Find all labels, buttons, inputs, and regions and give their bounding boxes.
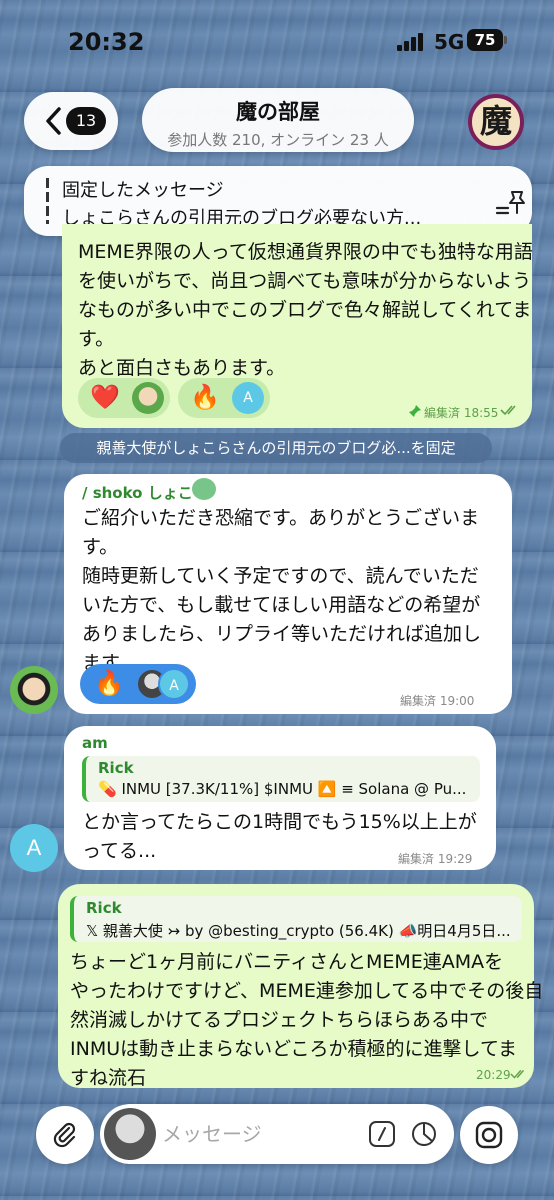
sender-name[interactable]: am xyxy=(82,734,108,752)
message-bubble-outgoing[interactable]: MEME界限の人って仮想通貨界限の中でも独特な用語 を使いがちで、尚且つ調べても… xyxy=(62,224,533,428)
quoted-sender: Rick xyxy=(86,899,122,917)
sender-emoji-icon xyxy=(192,478,216,500)
pin-icon xyxy=(409,405,421,417)
battery-icon: 75 xyxy=(467,29,503,51)
message-text: MEME界限の人って仮想通貨界限の中でも独特な用語 を使いがちで、尚且つ調べても… xyxy=(78,241,533,379)
status-time: 20:32 xyxy=(68,28,145,56)
message-text: ちょーど1ヶ月前にバニティさんとMEME連AMAを やったわけですけど、MEME… xyxy=(70,951,544,1089)
reactor-avatar: A xyxy=(158,668,190,700)
fire-emoji: 🔥 xyxy=(190,383,220,411)
fire-emoji: 🔥 xyxy=(94,669,124,697)
quoted-text: 💊 INMU [37.3K/11%] $INMU 🔼 ≡ Solana @ Pu… xyxy=(98,780,467,798)
signal-icon xyxy=(397,33,427,51)
unread-count-badge: 13 xyxy=(66,107,106,135)
quoted-sender: Rick xyxy=(98,759,134,777)
message-input-box[interactable] xyxy=(100,1104,454,1164)
timer-icon[interactable] xyxy=(410,1120,438,1148)
quoted-message[interactable]: Rick 💊 INMU [37.3K/11%] $INMU 🔼 ≡ Solana… xyxy=(82,756,480,802)
camera-icon xyxy=(475,1121,503,1149)
message-meta: 編集済 18:55 xyxy=(424,406,499,420)
pin-list-icon[interactable] xyxy=(494,188,526,216)
message-input-bar xyxy=(0,1090,554,1200)
quoted-message[interactable]: Rick 𝕏 親善大使 ↣ by @besting_crypto (56.4K)… xyxy=(70,896,522,942)
double-check-icon xyxy=(500,405,516,416)
chat-title: 魔の部屋 xyxy=(236,100,320,124)
reaction-heart[interactable]: ❤️ xyxy=(78,378,170,418)
message-meta: 20:29 xyxy=(476,1068,511,1082)
battery-cap xyxy=(504,36,507,44)
sender-name[interactable]: / shoko しょこ xyxy=(82,482,193,503)
send-as-avatar[interactable] xyxy=(104,1108,156,1160)
reactor-avatar: A xyxy=(232,382,264,414)
heart-emoji: ❤️ xyxy=(90,383,120,411)
pinned-indicator xyxy=(46,178,49,224)
paperclip-icon xyxy=(53,1122,76,1148)
message-meta: 編集済 19:00 xyxy=(400,694,475,708)
quoted-text: 𝕏 親善大使 ↣ by @besting_crypto (56.4K) 📣明日4… xyxy=(86,922,511,940)
group-avatar[interactable]: 魔 xyxy=(468,94,524,150)
back-button[interactable]: 13 xyxy=(24,92,118,150)
message-bubble-incoming[interactable]: / shoko しょこ ご紹介いただき恐縮です。ありがとうございま す。 随時更… xyxy=(64,474,512,714)
camera-button[interactable] xyxy=(460,1106,518,1164)
sender-avatar[interactable] xyxy=(10,666,58,714)
attach-button[interactable] xyxy=(36,1106,94,1164)
message-text: ご紹介いただき恐縮です。ありがとうございま す。 随時更新していく予定ですので、… xyxy=(82,507,482,674)
status-bar: 20:32 5G 75 xyxy=(0,0,554,80)
sender-avatar[interactable]: A xyxy=(10,824,58,872)
system-notice: 親善大使がしょこらさんの引用元のブログ必...を固定 xyxy=(60,433,492,463)
reaction-fire[interactable]: 🔥 A xyxy=(178,378,270,418)
message-bubble-outgoing[interactable]: Rick 𝕏 親善大使 ↣ by @besting_crypto (56.4K)… xyxy=(58,884,543,1089)
reaction-fire-selected[interactable]: 🔥 A xyxy=(80,664,196,704)
slash-command-icon[interactable] xyxy=(368,1120,396,1148)
double-check-icon xyxy=(510,1069,525,1079)
chat-subtitle: 参加人数 210, オンライン 23 人 xyxy=(167,131,389,149)
network-type: 5G xyxy=(434,30,465,54)
chat-title-button[interactable]: 魔の部屋 参加人数 210, オンライン 23 人 xyxy=(142,88,414,152)
chevron-left-icon xyxy=(46,107,61,135)
reactor-avatar xyxy=(132,382,164,414)
message-input[interactable] xyxy=(162,1114,352,1154)
message-bubble-incoming[interactable]: am Rick 💊 INMU [37.3K/11%] $INMU 🔼 ≡ Sol… xyxy=(64,726,496,870)
pinned-label: 固定したメッセージ xyxy=(62,180,224,201)
message-meta: 編集済 19:29 xyxy=(398,852,473,866)
